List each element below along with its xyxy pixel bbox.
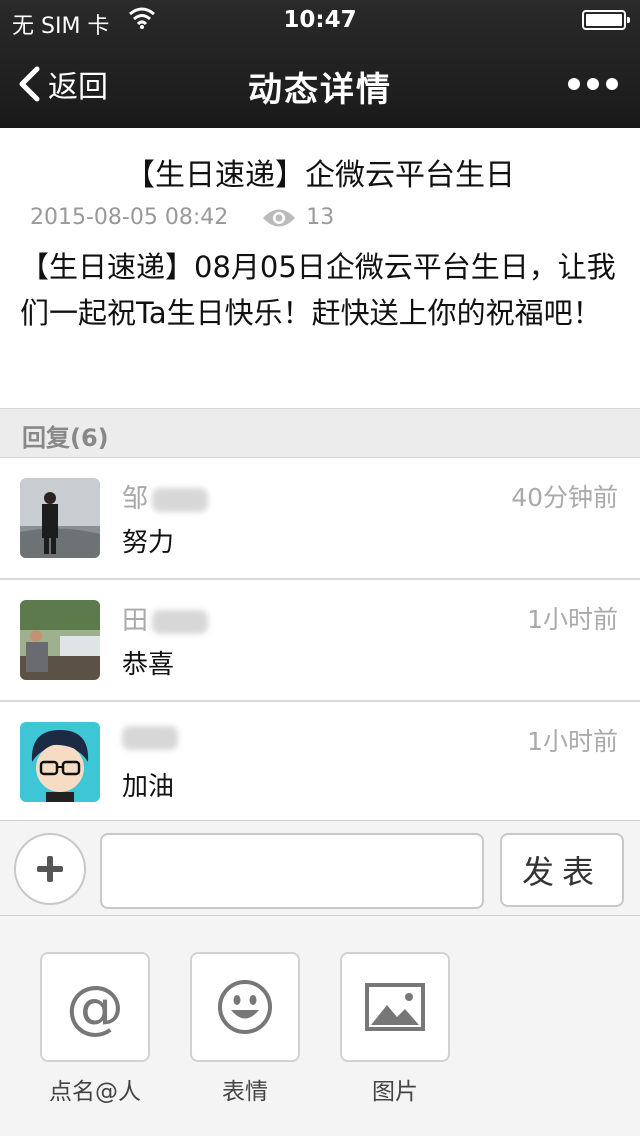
battery-icon [582,10,630,30]
page-title: 动态详情 [248,70,392,110]
commenter-name [122,722,178,752]
reply-input-bar: 发表 [0,820,640,916]
image-tool[interactable]: 图片 [340,952,450,1106]
add-attachment-button[interactable] [14,833,86,905]
post-content: 【生日速递】08月05日企微云平台生日，让我们一起祝Ta生日快乐！赶快送上你的祝… [20,250,616,330]
nav-bar: 返回 动态详情 [0,40,640,128]
avatar[interactable] [20,722,100,802]
list-item[interactable]: 邹 40分钟前 努力 [0,458,640,580]
emoji-tool[interactable]: 表情 [190,952,300,1106]
post-title: 【生日速递】企微云平台生日 [125,158,515,193]
top-bar: 无 SIM 卡 10:47 返回 动态详情 [0,0,640,128]
avatar[interactable] [20,600,100,680]
avatar[interactable] [20,478,100,558]
comment-text: 努力 [122,528,175,558]
list-item[interactable]: 1小时前 加油 [0,702,640,822]
plus-icon [37,856,63,882]
image-button[interactable] [340,952,450,1062]
redacted-name [152,609,209,634]
more-dot [606,78,618,90]
redacted-name [152,487,209,512]
mention-tool[interactable]: @ 点名@人 [40,952,150,1106]
tool-panel: @ 点名@人 表情 图片 [0,916,640,1136]
more-dot [568,78,580,90]
replies-count: 回复(6) [22,424,109,452]
smiley-icon [218,980,272,1034]
tool-label: 点名@人 [49,1079,141,1105]
clock: 10:47 [283,7,357,33]
comment-time: 40分钟前 [511,483,618,512]
comment-text: 加油 [122,772,175,802]
list-item[interactable]: 田 1小时前 恭喜 [0,580,640,702]
image-icon [365,983,425,1031]
tool-label: 图片 [372,1079,418,1105]
view-count: 13 [306,205,335,230]
commenter-name: 田 [122,600,209,637]
at-icon: @ [66,973,124,1041]
comment-time: 1小时前 [527,727,618,756]
comment-text: 恭喜 [122,650,175,680]
more-dot [587,78,599,90]
post-meta: 2015-08-05 08:42 13 [30,205,334,230]
commenter-name: 邹 [122,478,209,515]
status-bar: 无 SIM 卡 10:47 [0,0,640,40]
replies-header: 回复(6) [0,408,640,458]
tool-label: 表情 [222,1079,268,1105]
mention-button[interactable]: @ [40,952,150,1062]
comment-time: 1小时前 [527,605,618,634]
redacted-name [122,725,178,750]
emoji-button[interactable] [190,952,300,1062]
reply-input[interactable] [100,833,484,909]
post-date: 2015-08-05 08:42 [30,205,229,230]
more-button[interactable] [568,78,618,90]
send-button[interactable]: 发表 [500,833,624,907]
eye-icon [263,209,296,226]
